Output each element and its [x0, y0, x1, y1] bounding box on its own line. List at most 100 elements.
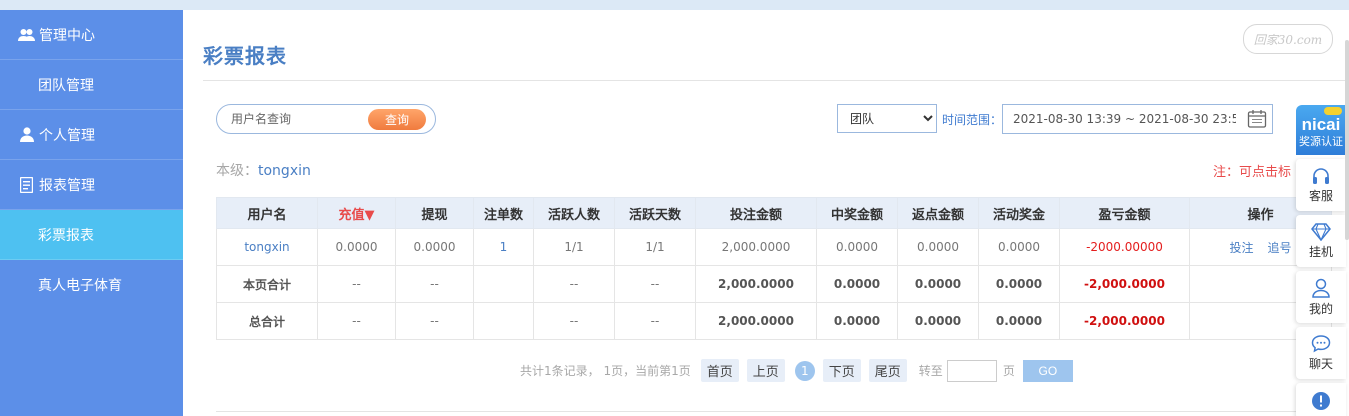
report-table: 用户名 充值▼ 提现 注单数 活跃人数 活跃天数 投注金额 中奖金额 返点金额 … [216, 197, 1332, 340]
jump-page-input[interactable] [946, 359, 997, 382]
dock-notice[interactable] [1296, 383, 1346, 416]
cell-row-label: 本页合计 [216, 265, 318, 303]
level-label: 本级： [216, 163, 258, 179]
chase-link[interactable]: 追号 [1268, 241, 1292, 255]
cell-withdraw: -- [395, 302, 474, 340]
col-header-orders: 注单数 [473, 197, 534, 229]
sidebar-group-report-management[interactable]: 报表管理 [0, 160, 183, 210]
col-header-win-amount: 中奖金额 [816, 197, 898, 229]
cell-bet: 2,000.0000 [695, 265, 817, 303]
current-page-indicator[interactable]: 1 [794, 360, 815, 381]
search-box: 查询 [216, 104, 436, 134]
last-page-button[interactable]: 尾页 [868, 359, 907, 382]
cell-recharge: -- [317, 302, 396, 340]
sidebar-item-lottery-report[interactable]: 彩票报表 [0, 210, 183, 260]
dock-customer-service[interactable]: 客服 [1296, 159, 1346, 211]
person-icon [1312, 278, 1330, 298]
sidebar-item-live-electronic-sports[interactable]: 真人电子体育 [0, 260, 183, 310]
divider [203, 80, 1349, 81]
col-header-rebate-amount: 返点金额 [897, 197, 979, 229]
cell-active-days: -- [614, 302, 696, 340]
col-header-activity-bonus: 活动奖金 [978, 197, 1060, 229]
cell-profit: -2,000.0000 [1059, 302, 1190, 340]
cell-username[interactable]: tongxin [216, 228, 318, 266]
sidebar-group-label: 报表管理 [39, 177, 95, 194]
cell-active-users: 1/1 [533, 228, 615, 266]
level-username[interactable]: tongxin [258, 163, 311, 179]
search-input[interactable] [231, 110, 371, 128]
nicai-badge[interactable]: nicai 奖源认证 [1296, 105, 1346, 155]
sidebar-group-label: 个人管理 [39, 127, 95, 144]
cell-rebate: 0.0000 [897, 265, 979, 303]
sidebar-item-team-management[interactable]: 团队管理 [0, 60, 183, 110]
grand-total-row: 总合计 -- -- -- -- 2,000.0000 0.0000 0.0000… [216, 302, 1332, 340]
dock-item-label: 客服 [1308, 188, 1333, 203]
cell-withdraw: -- [395, 265, 474, 303]
sidebar: 管理中心 团队管理 个人管理 报表管理 彩票报表 真人电子体育 [0, 10, 183, 416]
page-title: 彩票报表 [203, 44, 287, 68]
cell-row-label: 总合计 [216, 302, 318, 340]
cell-win: 0.0000 [816, 265, 898, 303]
search-button[interactable]: 查询 [368, 109, 426, 130]
floating-dock: nicai 奖源认证 客服 挂机 我的 聊天 [1296, 105, 1346, 416]
main-content: 彩票报表 回家30.com 查询 团队 时间范围： 本级：tongxin 注：可… [183, 10, 1349, 416]
sidebar-group-label: 管理中心 [39, 27, 95, 44]
sidebar-group-management-center[interactable]: 管理中心 [0, 10, 183, 60]
dock-chat[interactable]: 聊天 [1296, 327, 1346, 379]
sidebar-item-label: 彩票报表 [38, 227, 94, 244]
cell-orders: 1 [473, 228, 534, 266]
cell-profit: -2,000.0000 [1059, 265, 1190, 303]
cell-orders [473, 302, 534, 340]
cell-active-days: 1/1 [614, 228, 696, 266]
date-range-input[interactable] [1002, 104, 1273, 134]
pagination-summary: 共计1条记录， 1页，当前第1页 [520, 364, 691, 378]
chat-icon [1311, 334, 1331, 352]
cell-profit: -2000.00000 [1059, 228, 1190, 266]
scope-select[interactable]: 团队 [837, 104, 937, 133]
divider [216, 411, 1331, 412]
col-header-withdraw: 提现 [395, 197, 474, 229]
cell-bonus: 0.0000 [978, 302, 1060, 340]
jump-label: 转至 [918, 364, 943, 378]
table-row: tongxin 0.0000 0.0000 1 1/1 1/1 2,000.00… [216, 228, 1332, 266]
headset-icon [1313, 167, 1329, 184]
col-header-active-days: 活跃天数 [614, 197, 696, 229]
level-row: 本级：tongxin [216, 160, 311, 180]
go-button[interactable]: GO [1022, 359, 1073, 382]
dock-auto-bet[interactable]: 挂机 [1296, 215, 1346, 267]
cell-active-users: -- [533, 265, 615, 303]
cell-bet: 2,000.0000 [695, 228, 817, 266]
col-header-active-users: 活跃人数 [533, 197, 615, 229]
bet-link[interactable]: 投注 [1229, 241, 1253, 255]
first-page-button[interactable]: 首页 [700, 359, 739, 382]
watermark-logo: 回家30.com [1243, 24, 1333, 54]
scrollbar[interactable] [1345, 40, 1349, 240]
cell-active-users: -- [533, 302, 615, 340]
prev-page-button[interactable]: 上页 [746, 359, 785, 382]
table-header-row: 用户名 充值▼ 提现 注单数 活跃人数 活跃天数 投注金额 中奖金额 返点金额 … [216, 197, 1332, 229]
cell-bonus: 0.0000 [978, 228, 1060, 266]
cell-rebate: 0.0000 [897, 302, 979, 340]
col-header-profit-loss: 盈亏金额 [1059, 197, 1190, 229]
badge-spark-icon [1324, 107, 1342, 115]
cell-bet: 2,000.0000 [695, 302, 817, 340]
note-text: 注：可点击标 [1213, 165, 1292, 180]
cell-recharge: -- [317, 265, 396, 303]
page-unit-label: 页 [1002, 364, 1015, 378]
page-total-row: 本页合计 -- -- -- -- 2,000.0000 0.0000 0.000… [216, 265, 1332, 303]
col-header-recharge-sort[interactable]: 充值▼ [317, 197, 396, 229]
sidebar-group-personal-management[interactable]: 个人管理 [0, 110, 183, 160]
alert-icon [1312, 392, 1330, 410]
report-icon [18, 176, 35, 193]
time-range-label: 时间范围： [942, 113, 1003, 127]
cell-win: 0.0000 [816, 228, 898, 266]
dock-my-account[interactable]: 我的 [1296, 271, 1346, 323]
dock-item-label: 挂机 [1308, 244, 1333, 259]
sidebar-item-label: 真人电子体育 [38, 278, 122, 294]
calendar-icon[interactable] [1247, 109, 1267, 129]
next-page-button[interactable]: 下页 [822, 359, 861, 382]
diamond-icon [1311, 222, 1331, 241]
cell-recharge: 0.0000 [317, 228, 396, 266]
cell-orders [473, 265, 534, 303]
col-header-bet-amount: 投注金额 [695, 197, 817, 229]
